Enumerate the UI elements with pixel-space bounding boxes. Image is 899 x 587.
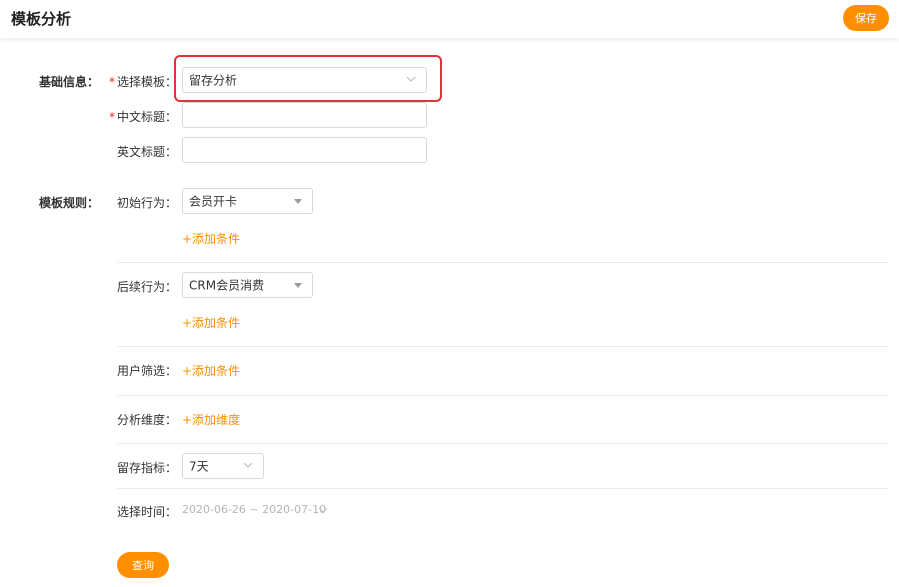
initial-behavior-value: 会员开卡 bbox=[189, 194, 238, 209]
cn-title-input[interactable] bbox=[182, 102, 427, 128]
section-label-rules: 模板规则： bbox=[39, 196, 100, 210]
dimension-label: 分析维度： bbox=[117, 413, 178, 427]
en-title-input[interactable] bbox=[182, 137, 427, 163]
retention-metric-label: 留存指标： bbox=[117, 461, 178, 475]
query-button[interactable]: 查询 bbox=[117, 552, 169, 578]
cn-title-label: * 中文标题： bbox=[109, 110, 178, 124]
highlight-box bbox=[174, 55, 442, 102]
add-condition-link-user-filter[interactable]: +添加条件 bbox=[182, 362, 240, 379]
add-condition-link-followup[interactable]: +添加条件 bbox=[182, 314, 240, 331]
top-bar: 模板分析 保存 bbox=[0, 0, 899, 38]
en-title-label: 英文标题： bbox=[117, 145, 178, 159]
divider bbox=[117, 346, 889, 347]
user-filter-label: 用户筛选： bbox=[117, 364, 178, 378]
followup-behavior-value: CRM会员消费 bbox=[189, 278, 265, 293]
chevron-down-icon bbox=[243, 462, 253, 468]
date-range-picker[interactable]: 2020-06-26 ~ 2020-07-10 bbox=[182, 503, 326, 516]
template-select-label: * 选择模板： bbox=[109, 75, 178, 89]
divider bbox=[117, 488, 889, 489]
divider bbox=[117, 395, 889, 396]
initial-behavior-label: 初始行为： bbox=[117, 196, 178, 210]
retention-metric-select[interactable]: 7天 bbox=[182, 453, 264, 479]
section-label-basic: 基础信息： bbox=[39, 75, 100, 89]
divider bbox=[117, 262, 889, 263]
page-title: 模板分析 bbox=[11, 10, 72, 28]
add-condition-link-initial[interactable]: +添加条件 bbox=[182, 230, 240, 247]
caret-down-icon bbox=[294, 283, 302, 288]
time-select-label: 选择时间： bbox=[117, 505, 178, 519]
add-dimension-link[interactable]: +添加维度 bbox=[182, 411, 240, 428]
required-marker: * bbox=[109, 75, 115, 89]
retention-metric-value: 7天 bbox=[189, 459, 209, 474]
divider bbox=[117, 443, 889, 444]
initial-behavior-select[interactable]: 会员开卡 bbox=[182, 188, 313, 214]
followup-behavior-select[interactable]: CRM会员消费 bbox=[182, 272, 313, 298]
save-button[interactable]: 保存 bbox=[843, 5, 889, 31]
chevron-down-icon[interactable] bbox=[318, 505, 328, 515]
required-marker: * bbox=[109, 110, 115, 124]
followup-behavior-label: 后续行为： bbox=[117, 280, 178, 294]
caret-down-icon bbox=[294, 199, 302, 204]
